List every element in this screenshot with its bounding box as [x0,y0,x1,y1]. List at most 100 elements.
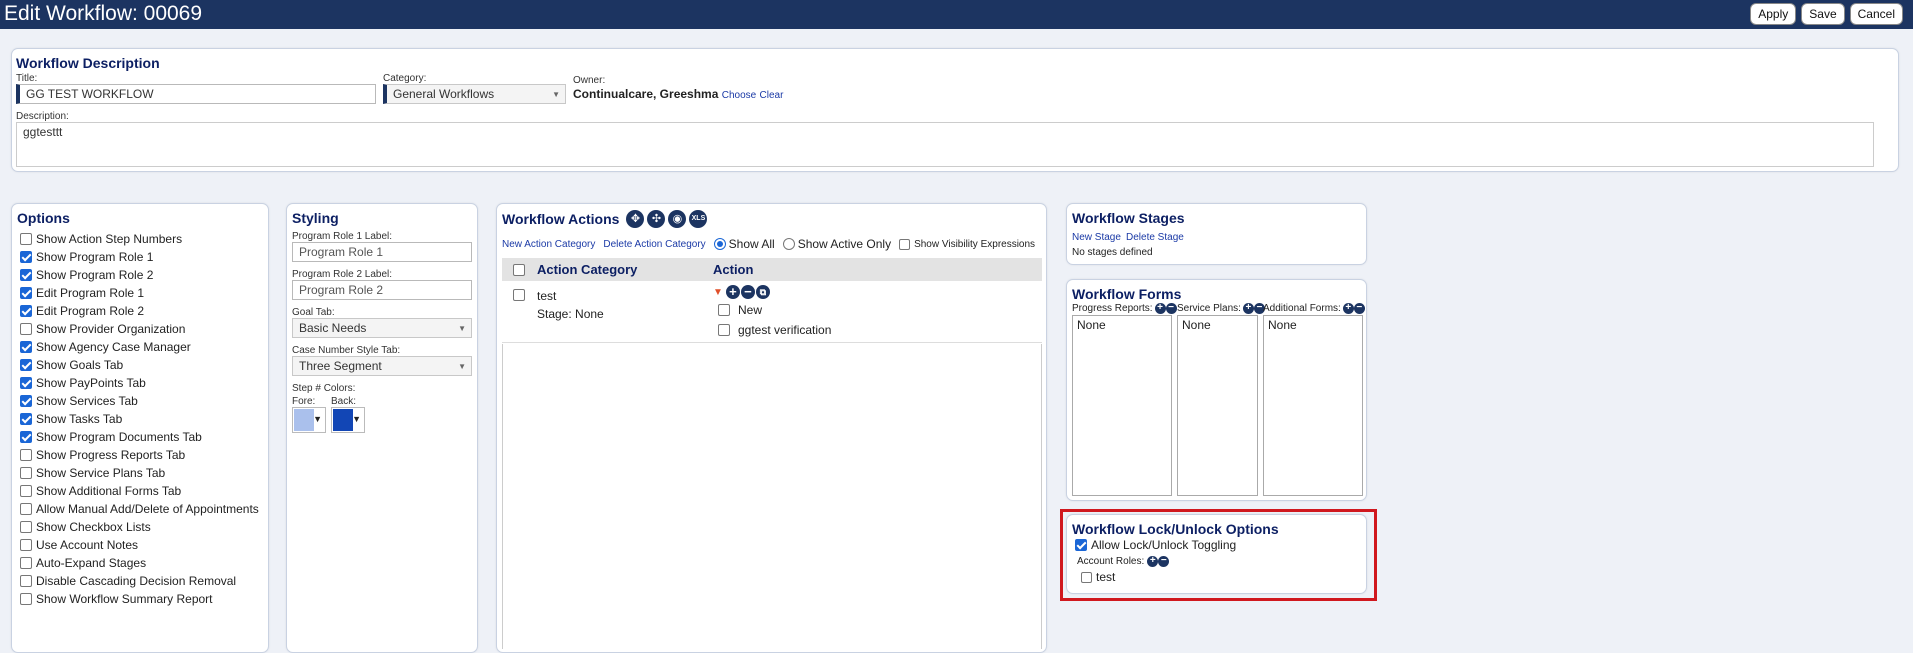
option-checkbox[interactable] [20,503,32,515]
chevron-down-icon: ▼ [352,414,361,424]
delete-action-category-link[interactable]: Delete Action Category [603,239,705,250]
remove-icon[interactable]: − [740,285,755,299]
option-row[interactable]: Show Service Plans Tab [20,464,270,482]
show-all-radio-group[interactable]: Show All [713,237,775,251]
owner-choose-link[interactable]: Choose [722,90,756,101]
goal-tab-select[interactable]: Basic Needs ▼ [292,318,472,338]
show-all-radio[interactable] [713,238,726,250]
action-checkbox-ggtest[interactable] [718,324,730,336]
option-checkbox[interactable] [20,593,32,605]
remove-icon[interactable]: − [1158,556,1170,567]
option-row[interactable]: Show Action Step Numbers [20,230,270,248]
option-row[interactable]: Disable Cascading Decision Removal [20,572,270,590]
cancel-button[interactable]: Cancel [1849,3,1903,25]
allow-lock-checkbox[interactable] [1075,539,1087,551]
allow-lock-row[interactable]: Allow Lock/Unlock Toggling [1075,538,1236,552]
option-row[interactable]: Show Program Role 2 [20,266,270,284]
case-number-select[interactable]: Three Segment ▼ [292,356,472,376]
option-checkbox[interactable] [20,359,32,371]
option-row[interactable]: Show Tasks Tab [20,410,270,428]
option-checkbox[interactable] [20,449,32,461]
goal-tab-label: Goal Tab: [292,307,335,318]
add-icon[interactable]: + [1242,303,1254,314]
show-visibility-checkbox[interactable] [899,238,911,250]
option-checkbox[interactable] [20,485,32,497]
collapse-icon[interactable]: ✣ [647,210,666,228]
option-checkbox[interactable] [20,377,32,389]
option-checkbox[interactable] [20,521,32,533]
row-action-icons: ▼ + − ⧉ [713,285,770,299]
option-row[interactable]: Edit Program Role 2 [20,302,270,320]
category-select[interactable]: General Workflows ▼ [383,84,566,104]
add-icon[interactable]: + [1147,556,1159,567]
option-row[interactable]: Show PayPoints Tab [20,374,270,392]
option-row[interactable]: Show Additional Forms Tab [20,482,270,500]
new-action-category-link[interactable]: New Action Category [502,239,595,250]
option-row[interactable]: Use Account Notes [20,536,270,554]
option-row[interactable]: Show Progress Reports Tab [20,446,270,464]
expand-icon[interactable]: ✥ [626,210,645,228]
back-color-picker[interactable]: ▼ [331,407,365,433]
copy-icon[interactable]: ⧉ [755,285,770,299]
title-input[interactable]: GG TEST WORKFLOW [16,84,376,104]
option-checkbox[interactable] [20,251,32,263]
additional-forms-list[interactable]: None [1263,315,1363,496]
actions-toolbar: New Action Category Delete Action Catego… [502,237,1035,251]
show-visibility-group[interactable]: Show Visibility Expressions [899,238,1035,250]
eye-icon[interactable]: ◉ [668,210,687,228]
option-checkbox[interactable] [20,269,32,281]
option-checkbox[interactable] [20,323,32,335]
add-icon[interactable]: + [725,285,740,299]
new-stage-link[interactable]: New Stage [1072,232,1121,243]
option-checkbox[interactable] [20,233,32,245]
option-checkbox[interactable] [20,575,32,587]
option-row[interactable]: Show Program Documents Tab [20,428,270,446]
action-name-ggtest[interactable]: ggtest verification [738,323,831,337]
option-checkbox[interactable] [20,341,32,353]
option-row[interactable]: Show Workflow Summary Report [20,590,270,608]
show-active-radio[interactable] [782,238,795,250]
chevron-down-icon[interactable]: ▼ [713,287,723,298]
apply-button[interactable]: Apply [1750,3,1797,25]
save-button[interactable]: Save [1801,3,1845,25]
action-name-new[interactable]: New [738,303,762,317]
remove-icon[interactable]: − [1353,303,1365,314]
remove-icon[interactable]: − [1165,303,1177,314]
option-row[interactable]: Allow Manual Add/Delete of Appointments [20,500,270,518]
option-row[interactable]: Show Checkbox Lists [20,518,270,536]
option-row[interactable]: Show Provider Organization [20,320,270,338]
add-icon[interactable]: + [1342,303,1354,314]
owner-clear-link[interactable]: Clear [760,90,784,101]
service-plans-list[interactable]: None [1177,315,1258,496]
action-checkbox-new[interactable] [718,304,730,316]
option-checkbox[interactable] [20,395,32,407]
option-checkbox[interactable] [20,413,32,425]
row-checkbox[interactable] [513,289,525,301]
option-label: Show Progress Reports Tab [36,448,186,462]
lock-heading: Workflow Lock/Unlock Options [1072,521,1279,537]
chevron-down-icon: ▼ [458,324,466,333]
option-checkbox[interactable] [20,467,32,479]
option-checkbox[interactable] [20,557,32,569]
role1-input[interactable]: Program Role 1 [292,242,472,262]
option-checkbox[interactable] [20,305,32,317]
option-row[interactable]: Edit Program Role 1 [20,284,270,302]
role-test-checkbox[interactable] [1081,571,1092,583]
description-textarea[interactable]: ggtesttt [16,122,1874,167]
option-row[interactable]: Show Goals Tab [20,356,270,374]
option-row[interactable]: Show Agency Case Manager [20,338,270,356]
add-icon[interactable]: + [1154,303,1166,314]
option-row[interactable]: Show Services Tab [20,392,270,410]
progress-reports-list[interactable]: None [1072,315,1172,496]
role2-input[interactable]: Program Role 2 [292,280,472,300]
xls-icon[interactable]: XLS [689,210,708,228]
option-checkbox[interactable] [20,539,32,551]
select-all-checkbox[interactable] [513,264,525,276]
option-row[interactable]: Show Program Role 1 [20,248,270,266]
show-active-radio-group[interactable]: Show Active Only [782,237,891,251]
option-checkbox[interactable] [20,431,32,443]
fore-color-picker[interactable]: ▼ [292,407,326,433]
option-checkbox[interactable] [20,287,32,299]
delete-stage-link[interactable]: Delete Stage [1126,232,1184,243]
option-row[interactable]: Auto-Expand Stages [20,554,270,572]
